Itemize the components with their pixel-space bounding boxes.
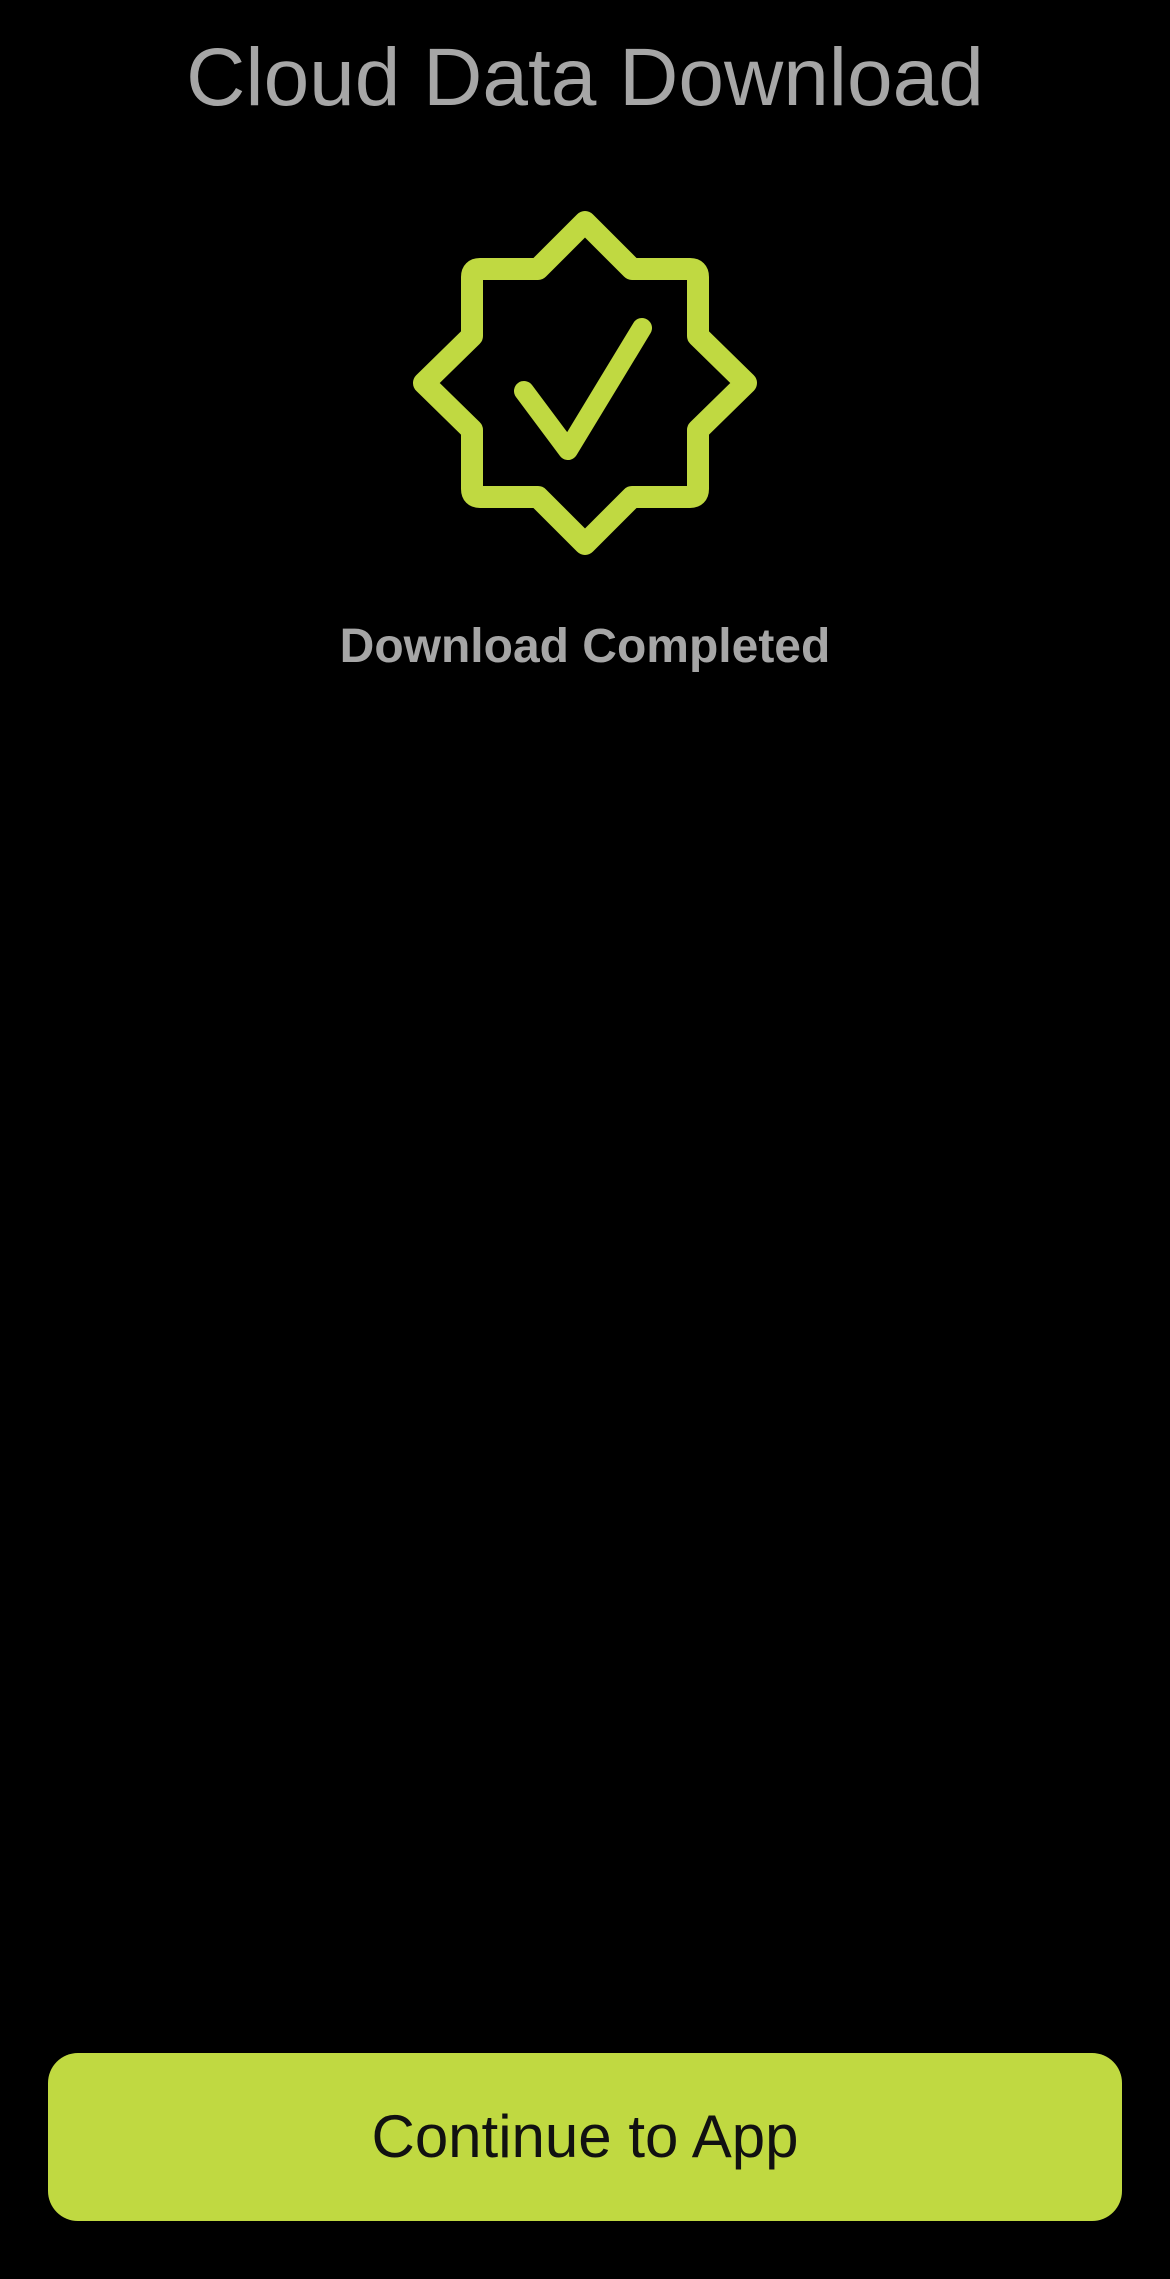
page-title: Cloud Data Download [186, 32, 984, 123]
continue-to-app-button[interactable]: Continue to App [48, 2053, 1122, 2221]
checkmark-seal-icon [410, 208, 760, 558]
download-status-text: Download Completed [339, 620, 831, 673]
